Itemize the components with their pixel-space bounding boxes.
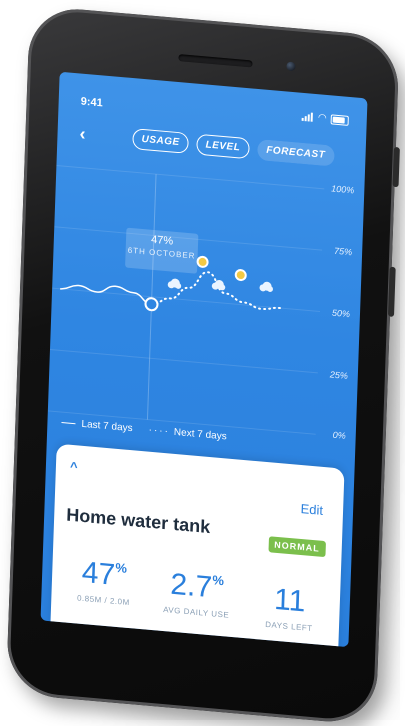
stat-caption: AVG DAILY USE: [163, 605, 230, 620]
y-tick-label: 50%: [331, 307, 351, 320]
stat-caption: 0.85M / 2.0M: [76, 593, 130, 608]
speaker-grille: [178, 54, 253, 68]
stat-unit: %: [212, 572, 225, 589]
phone-device: 9:41 ◠ ‹ USAGE LEVEL FORECAST 100% 75% 5…: [0, 0, 402, 726]
tab-usage[interactable]: USAGE: [132, 128, 189, 154]
view-tabs: USAGE LEVEL FORECAST: [132, 128, 335, 167]
sheet-handle[interactable]: [154, 630, 245, 643]
cloud-icon: [259, 281, 273, 292]
y-tick-label: 25%: [329, 369, 348, 381]
status-icons: ◠: [301, 111, 349, 126]
tab-forecast[interactable]: FORECAST: [256, 138, 335, 167]
wifi-icon: ◠: [317, 112, 327, 124]
solid-line-icon: [61, 421, 76, 425]
cloud-icon: [167, 278, 182, 289]
front-camera: [286, 61, 296, 72]
tab-level[interactable]: LEVEL: [196, 133, 250, 160]
expand-caret-icon[interactable]: ^: [70, 459, 78, 475]
y-tick-label: 75%: [333, 245, 353, 258]
stat-unit: %: [115, 559, 128, 576]
stat-avg-daily-use: 2.7% AVG DAILY USE: [151, 568, 243, 621]
app-screen: 9:41 ◠ ‹ USAGE LEVEL FORECAST 100% 75% 5…: [40, 71, 368, 648]
tank-title: Home water tank: [65, 504, 211, 538]
status-time: 9:41: [80, 95, 103, 110]
stat-level: 47% 0.85M / 2.0M: [63, 556, 145, 608]
grid-line: [49, 348, 318, 374]
dotted-line-icon: ····: [148, 424, 171, 438]
phone-body: 9:41 ◠ ‹ USAGE LEVEL FORECAST 100% 75% 5…: [5, 5, 400, 726]
stat-value: 2.7: [169, 567, 213, 605]
cloud-icon: [211, 280, 226, 291]
back-button[interactable]: ‹: [79, 123, 86, 144]
y-tick-label: 100%: [331, 183, 355, 196]
series-line-next-7-days: [150, 271, 282, 311]
forecast-chart: 100% 75% 50% 25% 0%: [47, 159, 365, 445]
chart-tooltip: 47% 6TH OCTOBER: [125, 227, 199, 274]
y-tick-label: 0%: [332, 429, 346, 441]
grid-line: [56, 164, 325, 190]
battery-icon: [330, 113, 349, 126]
chart-svg: [47, 164, 325, 435]
status-badge: NORMAL: [267, 536, 326, 558]
stat-days-left: 11 DAYS LEFT: [249, 583, 331, 635]
tank-card: ^ Edit Home water tank NORMAL 47% 0.85M …: [50, 443, 345, 648]
sun-icon: [234, 269, 247, 282]
stat-value: 11: [273, 582, 306, 619]
sun-icon: [196, 255, 209, 268]
edit-link[interactable]: Edit: [300, 501, 323, 518]
status-bar: 9:41 ◠: [59, 72, 368, 129]
stat-caption: DAYS LEFT: [265, 619, 313, 634]
stat-value: 47: [81, 555, 116, 592]
signal-icon: [301, 112, 314, 122]
selected-point[interactable]: [144, 297, 159, 312]
